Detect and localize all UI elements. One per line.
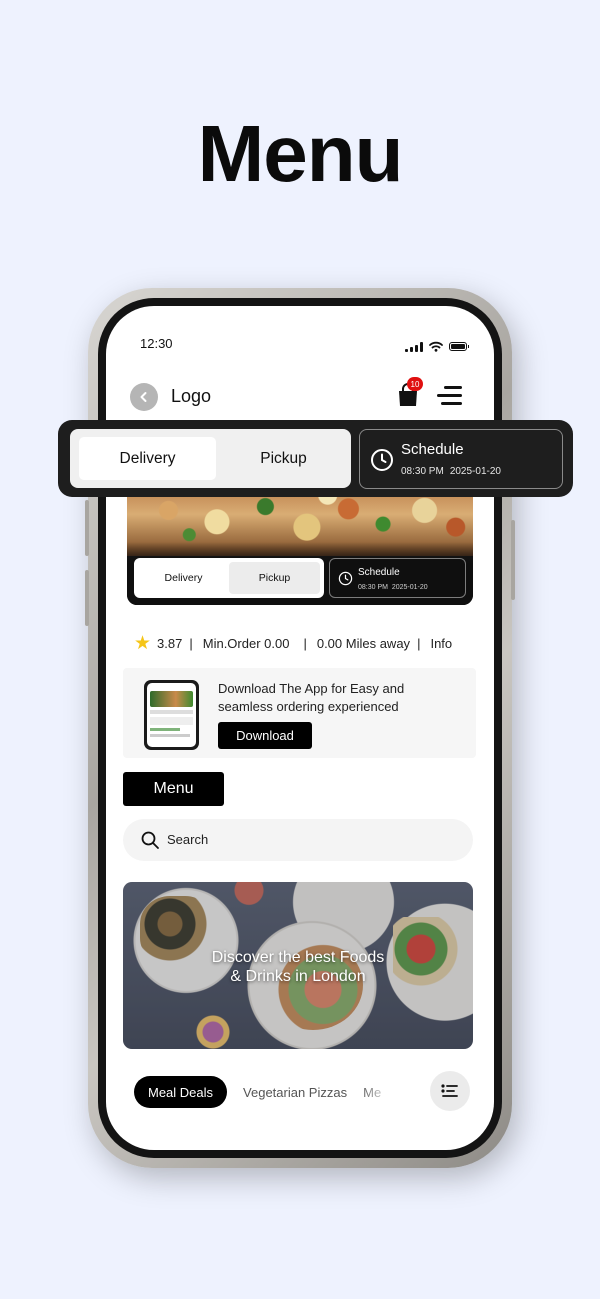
schedule-time-inline: 08:30 PM — [358, 584, 388, 591]
pickup-tab-inline[interactable]: Pickup — [229, 562, 320, 594]
schedule-date: 2025-01-20 — [449, 466, 501, 477]
status-time: 12:30 — [140, 336, 173, 351]
battery-icon — [449, 342, 469, 351]
schedule-datetime: 08:30 PM 2025-01-20 — [401, 466, 507, 477]
page-title: Menu — [197, 109, 404, 198]
phone-side-button — [85, 570, 89, 626]
info-link[interactable]: Info — [430, 636, 452, 651]
pickup-tab[interactable]: Pickup — [216, 437, 351, 480]
download-button[interactable]: Download — [218, 722, 312, 749]
search-icon — [141, 831, 159, 849]
signal-icon — [405, 341, 423, 352]
promo-banner[interactable]: Discover the best Foods & Drinks in Lond… — [123, 882, 473, 1049]
status-icons — [405, 341, 469, 352]
distance: 0.00 Miles away — [316, 636, 411, 651]
filter-list-icon — [441, 1084, 458, 1097]
search-placeholder: Search — [167, 832, 209, 847]
search-input[interactable]: Search — [123, 819, 473, 861]
banner-caption-line2: & Drinks in London — [230, 968, 366, 985]
schedule-button-inline[interactable]: Schedule 08:30 PM 2025-01-20 — [329, 558, 466, 598]
category-vegetarian-pizzas[interactable]: Vegetarian Pizzas — [227, 1076, 347, 1108]
divider: | — [303, 636, 307, 651]
schedule-datetime-inline: 08:30 PM 2025-01-20 — [358, 584, 428, 591]
delivery-tab-inline[interactable]: Delivery — [138, 562, 229, 594]
delivery-tab[interactable]: Delivery — [79, 437, 216, 480]
schedule-label-inline: Schedule — [358, 567, 400, 578]
chevron-left-icon — [140, 392, 147, 402]
min-order: Min.Order 0.00 — [202, 636, 290, 651]
star-icon: ★ — [134, 633, 152, 654]
store-info-row: ★ 3.87 | Min.Order 0.00 | 0.00 Miles awa… — [134, 634, 452, 653]
hamburger-menu-icon[interactable] — [437, 386, 462, 406]
app-preview-image — [144, 680, 199, 750]
schedule-date-inline: 2025-01-20 — [391, 584, 428, 591]
divider: | — [189, 636, 193, 651]
back-button[interactable] — [130, 383, 158, 411]
rating-value: 3.87 — [157, 636, 183, 651]
logo[interactable]: Logo — [171, 386, 211, 407]
schedule-button[interactable]: Schedule 08:30 PM 2025-01-20 — [359, 429, 563, 489]
phone-side-button — [85, 500, 89, 556]
category-list-button[interactable] — [430, 1071, 470, 1111]
category-meal-deals[interactable]: Meal Deals — [134, 1076, 228, 1108]
schedule-time: 08:30 PM — [401, 466, 444, 477]
wifi-icon — [429, 341, 443, 352]
menu-button[interactable]: Menu — [123, 772, 224, 806]
clock-icon — [338, 571, 353, 586]
banner-caption-line1: Discover the best Foods — [211, 949, 385, 966]
divider: | — [417, 636, 421, 651]
banner-caption: Discover the best Foods & Drinks in Lond… — [123, 948, 473, 986]
category-tabs: Meal DealsVegetarian PizzasMe — [134, 1076, 389, 1108]
download-card-text: Download The App for Easy and seamless o… — [218, 681, 405, 714]
cart-count-badge: 10 — [407, 377, 423, 391]
phone-power-button — [511, 520, 515, 600]
schedule-label: Schedule — [401, 441, 464, 458]
clock-icon — [371, 449, 393, 471]
order-mode-toggle-inline: Delivery Pickup — [134, 558, 324, 598]
